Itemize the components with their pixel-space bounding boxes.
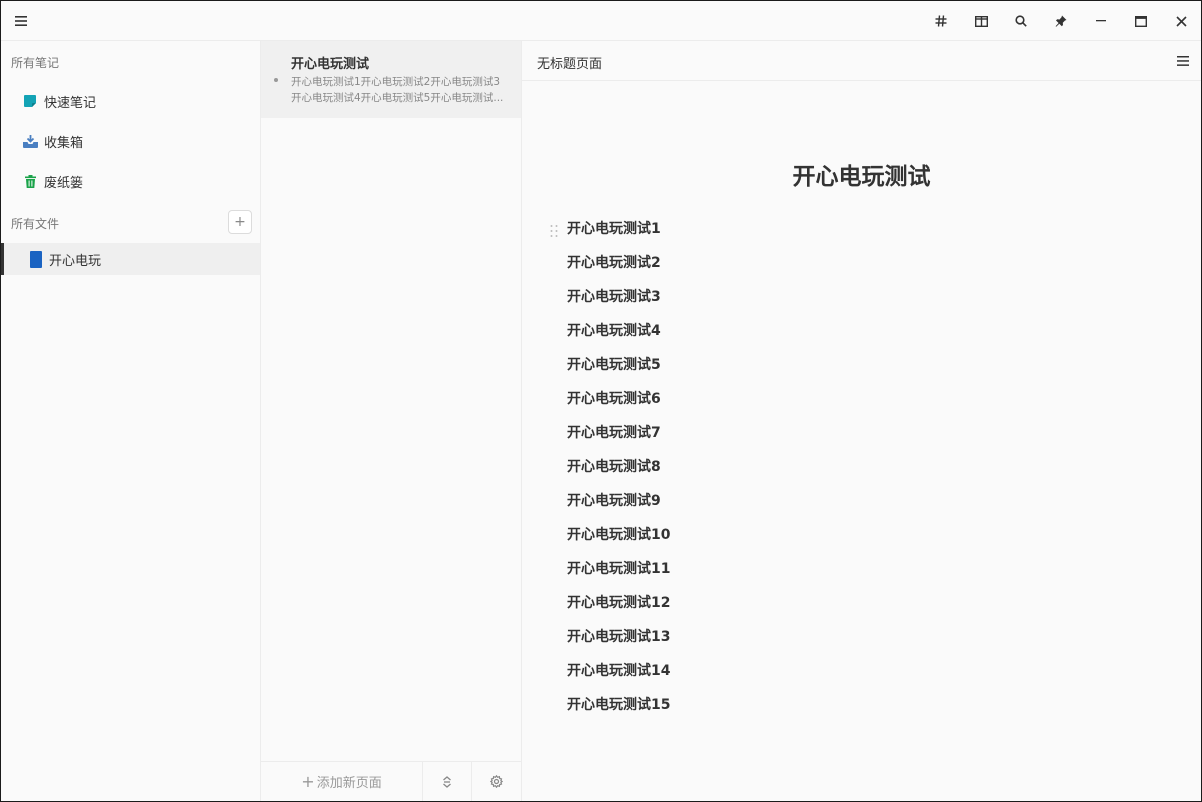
title-bar-controls: [921, 1, 1201, 41]
sidebar-item-quick-note[interactable]: 快速笔记: [1, 85, 260, 117]
text-block[interactable]: 开心电玩测试3: [567, 286, 670, 320]
sidebar: 所有笔记 快速笔记 收集箱 废纸篓 所有文件 + 开心电玩: [1, 41, 261, 801]
sidebar-item-inbox[interactable]: 收集箱: [1, 125, 260, 157]
editor: 无标题页面 开心电玩测试 开心电玩测试1 开心电玩测试2 开心电玩测试3 开心电…: [522, 41, 1201, 801]
text-block[interactable]: 开心电玩测试12: [567, 592, 670, 626]
sidebar-item-label: 收集箱: [44, 135, 84, 151]
text-block[interactable]: 开心电玩测试11: [567, 558, 670, 592]
sidebar-item-label: 废纸篓: [44, 175, 84, 191]
maximize-icon[interactable]: [1121, 1, 1161, 41]
text-block[interactable]: 开心电玩测试14: [567, 660, 670, 694]
page-list-item[interactable]: 开心电玩测试 开心电玩测试1开心电玩测试2开心电玩测试3 开心电玩测试4开心电玩…: [261, 41, 521, 118]
sort-icon[interactable]: [423, 762, 472, 801]
hash-icon[interactable]: [921, 1, 961, 41]
text-block[interactable]: 开心电玩测试8: [567, 456, 670, 490]
text-block[interactable]: 开心电玩测试2: [567, 252, 670, 286]
all-files-label: 所有文件: [11, 217, 60, 231]
search-icon[interactable]: [1001, 1, 1041, 41]
bullet-icon: [274, 78, 278, 82]
minimize-icon[interactable]: [1081, 1, 1121, 41]
page-preview: 开心电玩测试1开心电玩测试2开心电玩测试3 开心电玩测试4开心电玩测试5开心电玩…: [291, 74, 515, 106]
page-preview-line: 开心电玩测试4开心电玩测试5开心电玩测试...: [291, 92, 504, 104]
text-block[interactable]: 开心电玩测试10: [567, 524, 670, 558]
drag-handle-icon[interactable]: [550, 223, 558, 237]
plus-icon: +: [301, 772, 315, 791]
page-list-footer: + 添加新页面: [261, 761, 521, 801]
text-block[interactable]: 开心电玩测试7: [567, 422, 670, 456]
pin-icon[interactable]: [1041, 1, 1081, 41]
sidebar-item-label: 快速笔记: [44, 95, 97, 111]
add-page-label: 添加新页面: [316, 776, 382, 791]
split-view-icon[interactable]: [961, 1, 1001, 41]
add-page-button[interactable]: + 添加新页面: [261, 762, 423, 801]
menu-icon[interactable]: [9, 9, 33, 33]
app-window: 所有笔记 快速笔记 收集箱 废纸篓 所有文件 + 开心电玩 开心电玩测试 开心电…: [0, 0, 1202, 802]
page-title: 开心电玩测试: [291, 57, 370, 72]
add-file-button[interactable]: +: [228, 210, 252, 234]
close-icon[interactable]: [1161, 1, 1201, 41]
text-block[interactable]: 开心电玩测试5: [567, 354, 670, 388]
block-list: 开心电玩测试1 开心电玩测试2 开心电玩测试3 开心电玩测试4 开心电玩测试5 …: [567, 218, 670, 728]
editor-header: 无标题页面: [522, 41, 1201, 81]
sidebar-file-label: 开心电玩: [49, 253, 102, 269]
settings-icon[interactable]: [472, 762, 521, 801]
text-block[interactable]: 开心电玩测试13: [567, 626, 670, 660]
trash-icon: [22, 173, 38, 189]
editor-page-title[interactable]: 无标题页面: [537, 53, 602, 72]
sidebar-item-trash[interactable]: 废纸篓: [1, 165, 260, 197]
text-block[interactable]: 开心电玩测试4: [567, 320, 670, 354]
text-block[interactable]: 开心电玩测试9: [567, 490, 670, 524]
all-notes-label: 所有笔记: [11, 56, 60, 70]
inbox-icon: [22, 133, 38, 149]
editor-menu-icon[interactable]: [1171, 49, 1195, 73]
quick-note-icon: [22, 93, 38, 109]
text-block[interactable]: 开心电玩测试6: [567, 388, 670, 422]
page-preview-line: 开心电玩测试1开心电玩测试2开心电玩测试3: [291, 76, 501, 88]
sidebar-file-item[interactable]: 开心电玩: [1, 243, 260, 275]
page-list: 开心电玩测试 开心电玩测试1开心电玩测试2开心电玩测试3 开心电玩测试4开心电玩…: [261, 41, 522, 801]
document-title[interactable]: 开心电玩测试: [522, 157, 1201, 191]
text-block[interactable]: 开心电玩测试15: [567, 694, 670, 728]
notebook-icon: [30, 250, 42, 268]
title-bar: [1, 1, 1201, 41]
text-block[interactable]: 开心电玩测试1: [567, 218, 670, 252]
